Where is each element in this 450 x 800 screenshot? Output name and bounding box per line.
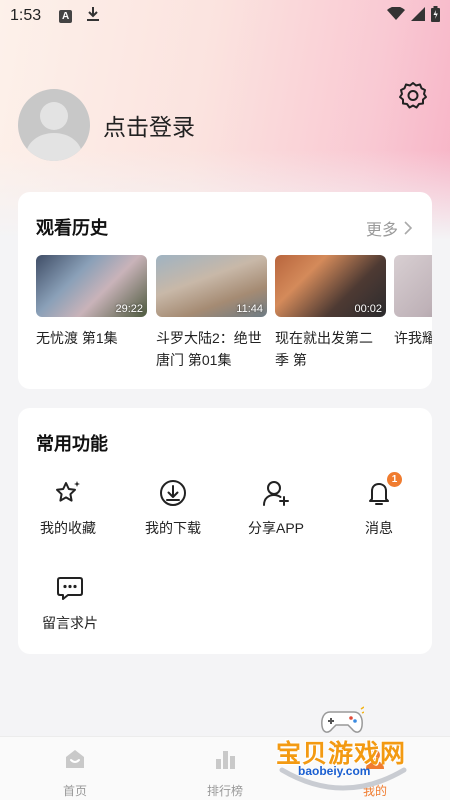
avatar-head	[40, 102, 68, 130]
download-icon	[158, 478, 188, 508]
add-user-icon	[261, 478, 291, 508]
messages-button[interactable]: 1 消息	[329, 472, 429, 538]
gear-icon	[399, 82, 427, 109]
common-functions-card: 常用功能 我的收藏 我的下载 分享APP 1 消息 留言求片	[18, 408, 432, 654]
status-time: 1:53	[10, 7, 42, 24]
watch-history-card: 观看历史 更多 29:22 无忧渡 第1集 11:44 斗罗大陆2：绝世唐门 第…	[18, 192, 432, 389]
nav-ranking[interactable]: 排行榜	[185, 747, 265, 799]
status-bar: 1:53 A	[0, 0, 450, 32]
video-duration: 29:22	[115, 303, 143, 315]
history-item[interactable]: 00:02 现在就出发第二季 第20241019…	[275, 255, 386, 371]
nav-home-label: 首页	[62, 784, 87, 798]
downloads-label: 我的下载	[145, 520, 201, 536]
video-duration: 00:02	[354, 303, 382, 315]
download-status-icon	[86, 6, 100, 26]
video-thumbnail[interactable]: 29:22	[36, 255, 147, 317]
share-app-label: 分享APP	[247, 520, 304, 536]
login-area[interactable]: 点击登录	[18, 89, 195, 161]
watermark-url: baobeiy.com	[298, 764, 371, 778]
functions-title: 常用功能	[36, 434, 108, 454]
history-title: 观看历史	[36, 218, 108, 238]
wifi-icon	[387, 6, 405, 25]
login-text[interactable]: 点击登录	[103, 108, 195, 142]
signal-icon	[411, 7, 425, 25]
nav-home[interactable]: 首页	[35, 747, 115, 799]
chevron-right-icon	[404, 221, 412, 235]
bell-icon: 1	[364, 472, 402, 508]
history-more-button[interactable]: 更多	[366, 216, 412, 240]
history-list: 29:22 无忧渡 第1集 11:44 斗罗大陆2：绝世唐门 第01集 00:0…	[36, 255, 432, 375]
video-thumbnail[interactable]: 00:02	[275, 255, 386, 317]
request-movie-label: 留言求片	[42, 615, 98, 631]
request-movie-button[interactable]: 留言求片	[20, 573, 120, 633]
history-item[interactable]: 29:22 无忧渡 第1集	[36, 255, 147, 349]
history-item[interactable]: 11:44 斗罗大陆2：绝世唐门 第01集	[156, 255, 267, 371]
video-title: 许我耀	[394, 330, 432, 346]
more-label: 更多	[365, 222, 398, 239]
star-sparkle-icon	[53, 478, 83, 508]
favorites-button[interactable]: 我的收藏	[18, 478, 118, 538]
settings-button[interactable]	[398, 80, 428, 110]
favorites-label: 我的收藏	[40, 520, 96, 536]
video-title: 现在就出发第二季 第20241019…	[275, 330, 373, 368]
video-title: 无忧渡 第1集	[36, 330, 118, 346]
avatar[interactable]	[18, 89, 90, 161]
app-notification-icon: A	[59, 9, 73, 23]
avatar-body	[26, 133, 82, 161]
video-thumbnail[interactable]	[394, 255, 432, 317]
messages-label: 消息	[365, 520, 393, 536]
history-item[interactable]: 许我耀	[394, 255, 432, 349]
downloads-button[interactable]: 我的下载	[123, 478, 223, 538]
nav-ranking-label: 排行榜	[206, 784, 243, 798]
battery-icon	[431, 6, 440, 26]
video-title: 斗罗大陆2：绝世唐门 第01集	[156, 330, 262, 368]
ranking-icon	[216, 751, 235, 769]
site-watermark: 宝贝游戏网 baobeiy.com	[270, 706, 420, 800]
gamepad-icon	[321, 706, 364, 733]
video-thumbnail[interactable]: 11:44	[156, 255, 267, 317]
home-icon	[66, 750, 84, 768]
notification-badge: 1	[387, 472, 402, 487]
message-icon	[55, 573, 85, 603]
video-duration: 11:44	[236, 303, 263, 315]
share-app-button[interactable]: 分享APP	[226, 478, 326, 538]
